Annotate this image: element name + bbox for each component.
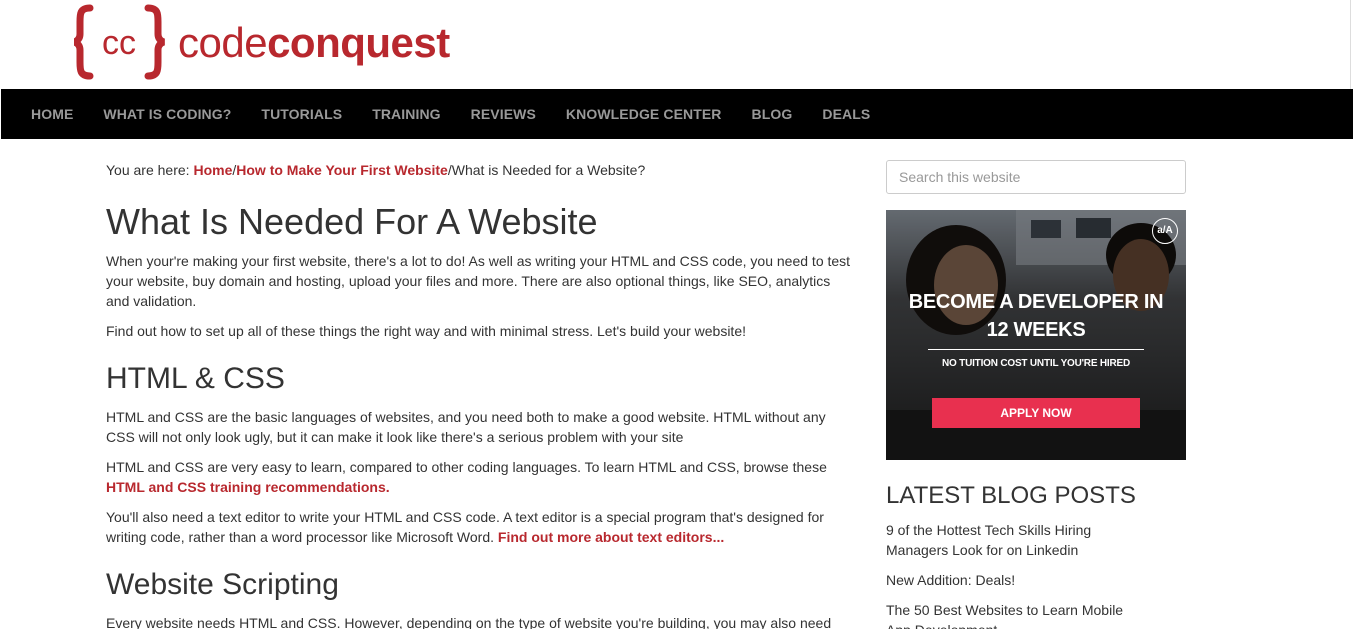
scripting-paragraph: Every website needs HTML and CSS. Howeve… <box>106 615 832 629</box>
nav-blog[interactable]: BLOG <box>737 89 808 139</box>
html-css-paragraph-2: HTML and CSS are very easy to learn, com… <box>106 457 856 497</box>
ad-headline: BECOME A DEVELOPER IN 12 WEEKS <box>886 288 1186 344</box>
search-input[interactable] <box>886 160 1186 194</box>
ad-banner[interactable]: a/A BECOME A DEVELOPER IN 12 WEEKS NO TU… <box>886 210 1186 460</box>
ad-headline-line-2: 12 WEEKS <box>986 319 1086 341</box>
ad-subheadline: NO TUITION COST UNTIL YOU'RE HIRED <box>942 358 1130 369</box>
breadcrumb-home-link[interactable]: Home <box>193 162 232 178</box>
list-item: New Addition: Deals! <box>886 570 1136 590</box>
breadcrumb-current: What is Needed for a Website? <box>451 162 646 178</box>
nav-training[interactable]: TRAINING <box>357 89 455 139</box>
list-item: 9 of the Hottest Tech Skills Hiring Mana… <box>886 520 1136 560</box>
logo-word-light: code <box>178 19 268 66</box>
main-content: You are here: Home/How to Make Your Firs… <box>106 160 856 629</box>
latest-posts-title: LATEST BLOG POSTS <box>886 482 1136 509</box>
section-heading-scripting: Website Scripting <box>106 568 339 601</box>
logo-mark-text: cc <box>102 24 136 62</box>
page-title: What Is Needed For A Website <box>106 201 598 242</box>
html-css-paragraph: HTML and CSS are the basic languages of … <box>106 409 826 445</box>
apply-now-button[interactable]: APPLY NOW <box>932 398 1140 428</box>
divider <box>1350 0 1351 89</box>
curly-braces-logo-icon: cc <box>74 4 166 80</box>
nav-home[interactable]: HOME <box>16 89 88 139</box>
breadcrumb: You are here: Home/How to Make Your Firs… <box>106 160 856 180</box>
section-heading-html-css: HTML & CSS <box>106 362 285 395</box>
text-editors-link[interactable]: Find out more about text editors... <box>498 529 724 545</box>
nav-what-is-coding[interactable]: WHAT IS CODING? <box>88 89 246 139</box>
html-css-text: HTML and CSS are very easy to learn, com… <box>106 459 827 475</box>
nav-deals[interactable]: DEALS <box>807 89 885 139</box>
latest-posts-list: 9 of the Hottest Tech Skills Hiring Mana… <box>886 520 1186 629</box>
post-link[interactable]: 9 of the Hottest Tech Skills Hiring Mana… <box>886 522 1091 558</box>
ad-divider <box>928 349 1144 350</box>
logo-wordmark: codeconquest <box>178 18 450 68</box>
post-link[interactable]: New Addition: Deals! <box>886 572 1015 588</box>
breadcrumb-prefix: You are here: <box>106 162 194 178</box>
list-item: The 50 Best Websites to Learn Mobile App… <box>886 600 1136 629</box>
nav-knowledge-center[interactable]: KNOWLEDGE CENTER <box>551 89 737 139</box>
site-header: cc codeconquest <box>0 0 1353 89</box>
ad-headline-line-1: BECOME A DEVELOPER IN <box>908 291 1164 313</box>
site-logo[interactable]: cc codeconquest <box>74 4 454 80</box>
main-nav: HOME WHAT IS CODING? TUTORIALS TRAINING … <box>1 89 1353 139</box>
breadcrumb-parent-link[interactable]: How to Make Your First Website <box>236 162 448 178</box>
sidebar: a/A BECOME A DEVELOPER IN 12 WEEKS NO TU… <box>886 160 1186 629</box>
text-editor-paragraph: You'll also need a text editor to write … <box>106 507 856 547</box>
html-css-training-link[interactable]: HTML and CSS training recommendations. <box>106 479 390 495</box>
ad-brand-logo-icon: a/A <box>1152 218 1178 244</box>
intro-paragraph-2: Find out how to set up all of these thin… <box>106 323 746 339</box>
nav-tutorials[interactable]: TUTORIALS <box>246 89 357 139</box>
logo-word-bold: conquest <box>267 19 450 66</box>
intro-paragraph: When your're making your first website, … <box>106 253 851 309</box>
nav-reviews[interactable]: REVIEWS <box>456 89 551 139</box>
post-link[interactable]: The 50 Best Websites to Learn Mobile App… <box>886 602 1123 629</box>
